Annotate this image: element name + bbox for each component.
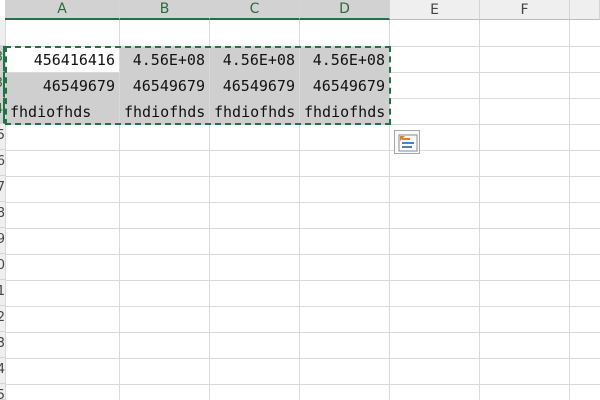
row-number: 11 [0,284,5,299]
row-number: 15 [0,388,5,399]
row-header[interactable]: 10 [0,254,5,280]
row-number: 9 [0,232,5,247]
gridline [479,20,480,400]
row-header[interactable]: 7 [0,176,5,202]
row-header[interactable]: 15 [0,384,5,400]
gridline [5,202,600,203]
cell-c2[interactable]: 46549679 [210,73,299,99]
quick-analysis-button[interactable] [394,130,420,154]
gridline [5,306,600,307]
row-number: 13 [0,336,5,351]
row-number: 5 [0,128,5,143]
column-header-next[interactable] [570,0,600,20]
row-header[interactable]: 9 [0,228,5,254]
row-number: 10 [0,258,5,273]
row-header[interactable]: 14 [0,358,5,384]
column-header-b[interactable]: B [120,0,210,20]
column-header-f[interactable]: F [480,0,570,20]
row-number: 3 [0,50,3,65]
row-header[interactable]: 3 [0,72,5,98]
gridline [389,20,390,400]
cell-d3[interactable]: fhdiofhds [300,99,389,125]
gridline [5,150,600,151]
cell-b3[interactable]: fhdiofhds [120,99,209,125]
row-header[interactable]: 4 [0,98,5,124]
gridline [5,254,600,255]
quick-analysis-icon [398,134,418,152]
cell-d1[interactable]: 4.56E+08 [300,47,389,73]
gridline [5,358,600,359]
row-number: 8 [0,206,5,221]
row-header[interactable]: 8 [0,202,5,228]
column-header-e[interactable]: E [390,0,480,20]
gridline [5,332,600,333]
row-number: 12 [0,310,5,325]
row-header[interactable] [0,20,5,46]
row-header[interactable]: 11 [0,280,5,306]
row-header[interactable]: 5 [0,124,5,150]
row-header[interactable]: 6 [0,150,5,176]
cell-c3[interactable]: fhdiofhds [210,99,299,125]
row-number: 6 [0,154,5,169]
row-header[interactable]: 12 [0,306,5,332]
row-number: 7 [0,180,5,195]
gridline [569,20,570,400]
gridline [5,228,600,229]
row-header[interactable]: 13 [0,332,5,358]
gridline [5,280,600,281]
cell-b2[interactable]: 46549679 [120,73,209,99]
cell-d2[interactable]: 46549679 [300,73,389,99]
gridline [5,176,600,177]
row-number: 4 [0,102,3,117]
row-header[interactable]: 3 [0,46,5,72]
cell-b1[interactable]: 4.56E+08 [120,47,209,73]
cell-c1[interactable]: 4.56E+08 [210,47,299,73]
cell-a1[interactable]: 456416416 [6,47,119,73]
column-header-c[interactable]: C [210,0,300,20]
gridline [5,384,600,385]
cell-a2[interactable]: 46549679 [6,73,119,99]
column-header-a[interactable]: A [5,0,120,20]
cell-a3[interactable]: fhdiofhds [6,99,119,125]
spreadsheet-grid[interactable]: A B C D E F 3 3 4 5 6 7 8 9 10 11 12 13 … [0,0,600,400]
row-number: 14 [0,362,5,377]
column-header-d[interactable]: D [300,0,390,20]
row-number: 3 [0,76,3,91]
